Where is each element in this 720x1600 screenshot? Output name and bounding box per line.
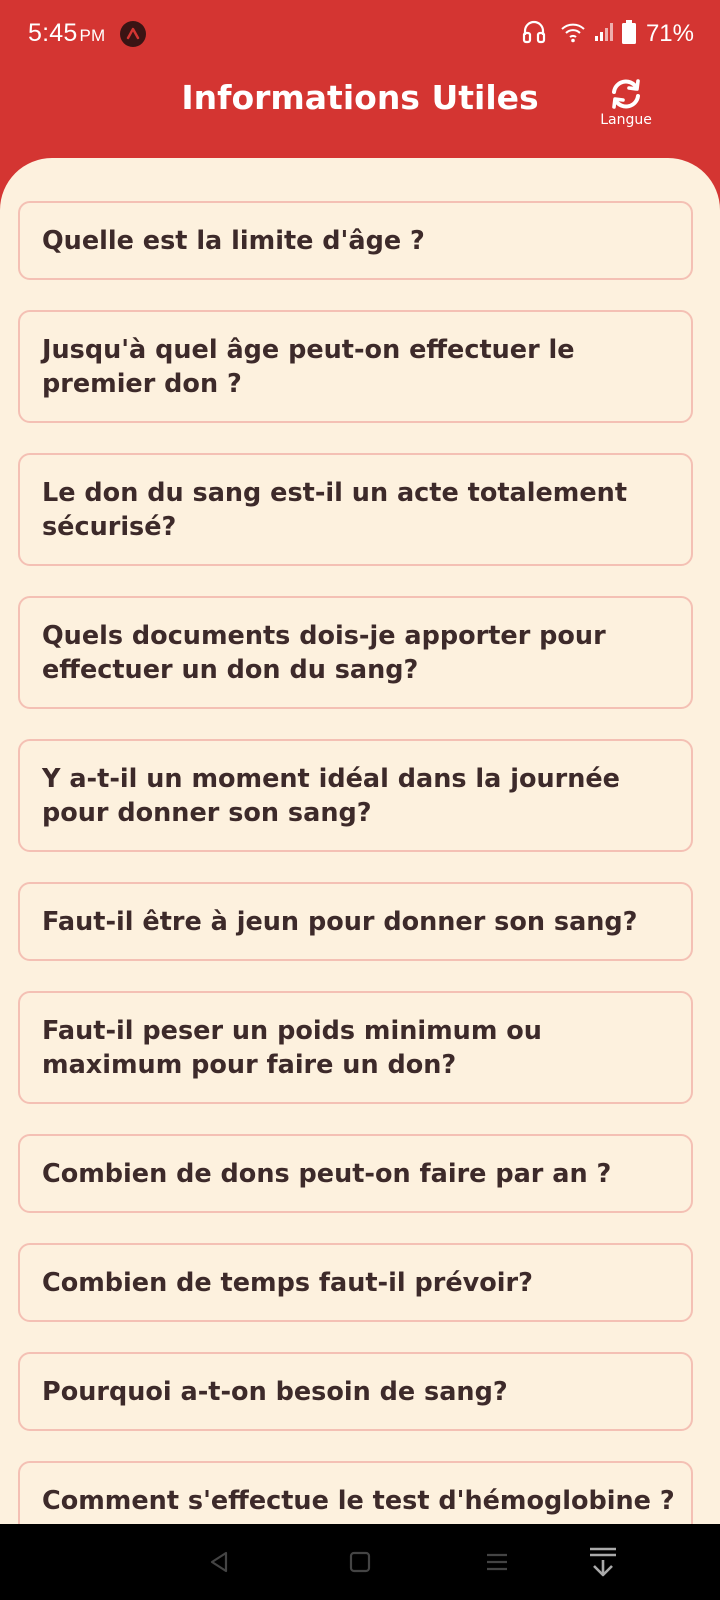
faq-item[interactable]: Jusqu'à quel âge peut-on effectuer le pr…	[18, 310, 693, 423]
faq-item-label: Jusqu'à quel âge peut-on effectuer le pr…	[42, 334, 575, 399]
home-icon[interactable]	[340, 1544, 380, 1580]
navigation-bar	[0, 1524, 720, 1600]
back-icon[interactable]	[199, 1544, 239, 1580]
expand-down-icon[interactable]	[583, 1544, 623, 1580]
faq-item-label: Quelle est la limite d'âge ?	[42, 225, 425, 256]
faq-item[interactable]: Le don du sang est-il un acte totalement…	[18, 453, 693, 566]
faq-item[interactable]: Combien de dons peut-on faire par an ?	[18, 1134, 693, 1213]
screen: 5:45 PM 71% Informations Utiles Langue Q…	[0, 0, 720, 1600]
faq-item-label: Le don du sang est-il un acte totalement…	[42, 477, 628, 542]
faq-item[interactable]: Combien de temps faut-il prévoir?	[18, 1243, 693, 1322]
faq-item[interactable]: Faut-il être à jeun pour donner son sang…	[18, 882, 693, 961]
faq-item-label: Faut-il peser un poids minimum ou maximu…	[42, 1015, 542, 1080]
faq-item-label: Comment s'effectue le test d'hémoglobine…	[42, 1485, 675, 1516]
faq-item-label: Faut-il être à jeun pour donner son sang…	[42, 906, 638, 937]
content-panel: Quelle est la limite d'âge ? Jusqu'à que…	[0, 158, 720, 1524]
signal-icon	[594, 22, 614, 46]
faq-list: Quelle est la limite d'âge ? Jusqu'à que…	[18, 201, 693, 1524]
recents-icon[interactable]	[477, 1544, 517, 1580]
wifi-icon	[560, 21, 586, 47]
status-bar: 5:45 PM 71%	[0, 0, 720, 70]
faq-item-label: Y a-t-il un moment idéal dans la journée…	[42, 763, 620, 828]
faq-item-label: Pourquoi a-t-on besoin de sang?	[42, 1376, 508, 1407]
faq-item-label: Combien de dons peut-on faire par an ?	[42, 1158, 612, 1189]
faq-item-label: Combien de temps faut-il prévoir?	[42, 1267, 533, 1298]
status-time-ampm: PM	[79, 26, 106, 45]
language-button[interactable]: Langue	[588, 78, 664, 140]
app-header: Informations Utiles Langue	[0, 70, 720, 170]
faq-item[interactable]: Pourquoi a-t-on besoin de sang?	[18, 1352, 693, 1431]
faq-item[interactable]: Quelle est la limite d'âge ?	[18, 201, 693, 280]
app-badge-icon	[120, 21, 146, 47]
faq-item[interactable]: Comment s'effectue le test d'hémoglobine…	[18, 1461, 693, 1524]
faq-item-label: Quels documents dois-je apporter pour ef…	[42, 620, 606, 685]
battery-icon	[621, 20, 636, 48]
language-button-label: Langue	[600, 112, 652, 128]
faq-item[interactable]: Quels documents dois-je apporter pour ef…	[18, 596, 693, 709]
faq-item[interactable]: Faut-il peser un poids minimum ou maximu…	[18, 991, 693, 1104]
status-time-value: 5:45	[28, 19, 78, 47]
faq-item[interactable]: Y a-t-il un moment idéal dans la journée…	[18, 739, 693, 852]
status-time: 5:45 PM	[28, 19, 105, 48]
headphones-icon	[522, 19, 546, 49]
status-icons: 71%	[522, 18, 694, 50]
battery-percentage: 71%	[645, 20, 694, 47]
refresh-icon	[612, 79, 640, 109]
